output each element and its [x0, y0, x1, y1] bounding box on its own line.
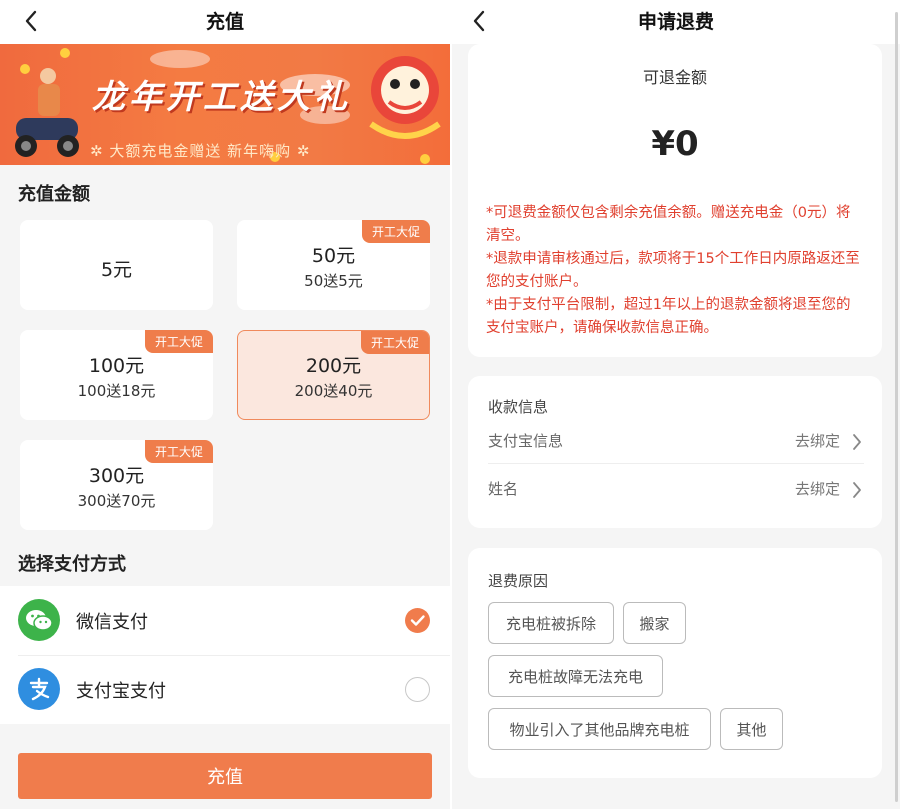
refundable-label: 可退金额 [642, 68, 707, 87]
amount-bonus: 100送18元 [77, 382, 156, 400]
recharge-button[interactable]: 充值 [18, 753, 432, 799]
bind-link[interactable]: 去绑定 [795, 478, 840, 499]
nav-bar: 充值 [0, 0, 450, 44]
payee-info-title: 收款信息 [488, 398, 549, 416]
amount-section-title: 充值金额 [18, 184, 90, 205]
lion-dance-illustration [369, 56, 441, 139]
amount-value: 100元 [88, 355, 145, 377]
payment-label: 支付宝支付 [76, 681, 166, 702]
refund-notice: *退款申请审核通过后，款项将于15个工作日内原路返还至您的支付账户。 [486, 251, 860, 290]
amount-option-100[interactable]: 开工大促 100元 100送18元 [20, 330, 213, 420]
alipay-icon [18, 668, 60, 710]
payment-label: 微信支付 [76, 612, 148, 633]
refund-reason-title: 退费原因 [488, 572, 549, 590]
payment-section-title: 选择支付方式 [18, 554, 126, 575]
reason-tag[interactable]: 充电桩故障无法充电 [488, 655, 663, 697]
wechat-icon [18, 599, 60, 641]
checked-radio-icon[interactable] [405, 608, 430, 633]
amount-option-50[interactable]: 开工大促 50元 50送5元 [237, 220, 430, 310]
rider-illustration [15, 68, 79, 157]
promo-banner[interactable]: 龙年开工送大礼 ✲ 大额充电金赠送 新年嗨购 ✲ [0, 44, 450, 165]
payee-info-card: 收款信息 支付宝信息 去绑定 姓名 去绑定 [468, 376, 882, 528]
refundable-amount: ¥0 [651, 124, 699, 164]
chevron-right-icon [853, 434, 861, 450]
banner-subline: ✲ 大额充电金赠送 新年嗨购 ✲ [90, 142, 311, 160]
reason-tag[interactable]: 搬家 [623, 602, 686, 644]
promo-badge: 开工大促 [361, 220, 430, 243]
page-title: 充值 [205, 11, 244, 33]
page-title: 申请退费 [637, 11, 714, 33]
amount-bonus: 300送70元 [77, 492, 156, 510]
unchecked-radio-icon[interactable] [405, 677, 430, 702]
nav-bar: 申请退费 [452, 0, 900, 44]
payment-method-list: 微信支付 支付宝支付 [0, 586, 450, 724]
banner-headline: 龙年开工送大礼 [92, 77, 351, 116]
amount-value: 50元 [311, 245, 356, 267]
payment-option-wechat[interactable]: 微信支付 [0, 586, 450, 656]
refund-reason-card: 退费原因 充电桩被拆除 搬家 充电桩故障无法充电 物业引入了其他品牌充电桩 其他 [468, 548, 882, 778]
amount-option-300[interactable]: 开工大促 300元 300送70元 [20, 440, 213, 530]
reason-tag[interactable]: 充电桩被拆除 [488, 602, 614, 644]
recharge-screen: 充值 龙年开工送大礼 ✲ 大额充电金赠送 新年嗨购 ✲ 充值金额 5元 开工大促… [0, 0, 450, 809]
payment-option-alipay[interactable]: 支付宝支付 [0, 655, 450, 724]
refund-amount-card: 可退金额 ¥0 *可退费金额仅包含剩余充值余额。赠送充电金（0元）将清空。 *退… [468, 44, 882, 357]
amount-bonus: 200送40元 [294, 382, 373, 400]
amount-value: 200元 [305, 355, 362, 377]
alipay-info-row[interactable]: 支付宝信息 去绑定 [488, 430, 864, 454]
refund-screen: 申请退费 可退金额 ¥0 *可退费金额仅包含剩余充值余额。赠送充电金（0元）将清… [452, 0, 900, 809]
divider [488, 463, 864, 464]
promo-badge: 开工大促 [144, 330, 213, 353]
name-row[interactable]: 姓名 去绑定 [488, 478, 864, 502]
amount-option-5[interactable]: 5元 [20, 220, 213, 310]
amount-value: 5元 [100, 259, 133, 281]
refund-notice: *由于支付平台限制，超过1年以上的退款金额将退至您的支付宝账户，请确保收款信息正… [486, 297, 851, 336]
reason-tag[interactable]: 其他 [720, 708, 783, 750]
promo-badge: 开工大促 [144, 440, 213, 463]
amount-option-200[interactable]: 开工大促 200元 200送40元 [237, 330, 430, 420]
bind-link[interactable]: 去绑定 [795, 430, 840, 451]
refund-notice: *可退费金额仅包含剩余充值余额。赠送充电金（0元）将清空。 [486, 205, 851, 244]
row-key: 姓名 [488, 480, 519, 498]
amount-bonus: 50送5元 [304, 272, 363, 290]
chevron-right-icon [853, 482, 861, 498]
scrollbar[interactable] [895, 12, 898, 802]
reason-tag[interactable]: 物业引入了其他品牌充电桩 [488, 708, 711, 750]
row-key: 支付宝信息 [488, 432, 564, 450]
amount-value: 300元 [88, 465, 145, 487]
